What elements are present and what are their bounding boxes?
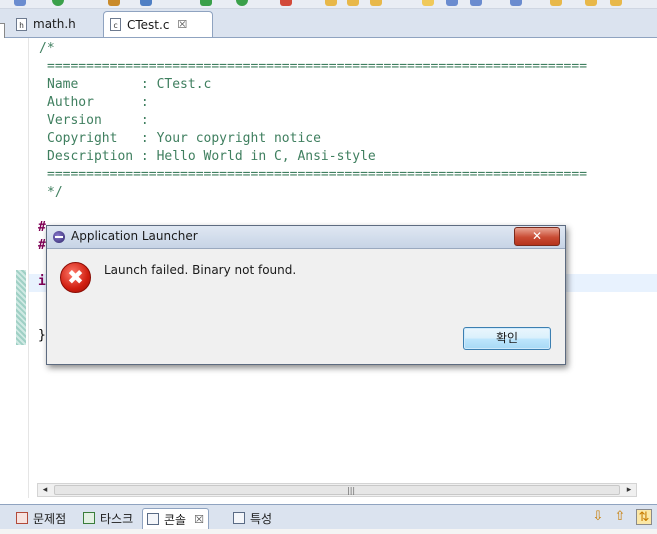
overview-ruler [0, 38, 15, 498]
tab-ctest-c[interactable]: c CTest.c ☒ [103, 11, 213, 37]
code-line: Version : [47, 113, 149, 128]
tab-label: CTest.c [127, 17, 170, 32]
tab-problems[interactable]: 문제점 [16, 508, 66, 528]
tab-label: 타스크 [100, 511, 134, 526]
include-directive: # [38, 238, 46, 253]
keyword-fragment: i [38, 274, 46, 289]
tab-label: 특성 [250, 511, 273, 526]
tab-label: math.h [33, 17, 76, 31]
c-file-icon: c [110, 18, 121, 31]
ok-button[interactable]: 확인 [463, 327, 551, 350]
navigate-icon[interactable] [550, 0, 562, 6]
dialog-title-bar[interactable]: Application Launcher ✕ [47, 226, 565, 249]
toolbar-icon[interactable] [14, 0, 26, 6]
close-icon[interactable]: ☒ [177, 18, 187, 31]
debug-icon[interactable] [108, 0, 120, 6]
perspective-icon[interactable] [422, 0, 434, 6]
code-line: */ [47, 185, 63, 200]
status-bar [0, 529, 657, 534]
run-icon[interactable] [52, 0, 64, 6]
tool-icon[interactable] [140, 0, 152, 6]
folder-icon[interactable] [325, 0, 337, 6]
run-green-icon[interactable] [236, 0, 248, 6]
tab-label: 콘솔 [164, 512, 187, 527]
close-icon[interactable]: ☒ [194, 513, 204, 526]
view-icon[interactable] [446, 0, 458, 6]
header-file-icon: h [16, 17, 27, 31]
problems-icon [16, 512, 28, 524]
change-marker [16, 270, 26, 345]
back-icon[interactable] [585, 0, 597, 6]
code-line: ========================================… [47, 59, 588, 74]
dialog-close-button[interactable]: ✕ [514, 227, 560, 246]
dialog-message: Launch failed. Binary not found. [104, 263, 297, 277]
tab-label: 문제점 [33, 511, 67, 526]
console-icon [147, 513, 159, 525]
view-edge-marker [0, 23, 5, 39]
scroll-left-icon[interactable]: ◂ [38, 484, 52, 496]
build-icon[interactable] [200, 0, 212, 6]
tab-math-h[interactable]: h math.h [10, 12, 102, 36]
tab-tasks[interactable]: 타스크 [83, 508, 133, 528]
open-icon[interactable] [370, 0, 382, 6]
code-line: Description : Hello World in C, Ansi-sty… [47, 149, 376, 164]
code-line: Copyright : Your copyright notice [47, 131, 321, 146]
eclipse-icon [53, 231, 65, 243]
editor-tab-bar: h math.h c CTest.c ☒ [0, 9, 657, 39]
stop-icon[interactable] [280, 0, 292, 6]
forward-icon[interactable] [610, 0, 622, 6]
scroll-thumb[interactable]: ||| [54, 485, 620, 495]
code-line: /* [39, 41, 55, 56]
include-directive: # [38, 220, 46, 235]
tab-console[interactable]: 콘솔 ☒ [142, 508, 209, 529]
code-line: Author : [47, 95, 149, 110]
error-icon: ✖ [60, 262, 91, 293]
scroll-down-icon[interactable]: ⇩ [590, 509, 606, 525]
horizontal-scrollbar[interactable]: ◂ ||| ▸ [37, 483, 637, 497]
code-line: Name : CTest.c [47, 77, 212, 92]
code-line: ========================================… [47, 167, 588, 182]
tasks-icon [83, 512, 95, 524]
dialog-title: Application Launcher [71, 229, 198, 243]
view-icon[interactable] [470, 0, 482, 6]
editor-gutter [14, 38, 29, 498]
scroll-right-icon[interactable]: ▸ [622, 484, 636, 496]
folder-icon[interactable] [347, 0, 359, 6]
closing-brace: } [38, 328, 46, 343]
main-toolbar [0, 0, 657, 9]
scroll-grip: ||| [347, 486, 356, 495]
scroll-lock-icon[interactable]: ⇅ [636, 509, 652, 525]
navigate-icon[interactable] [510, 0, 522, 6]
application-launcher-dialog: Application Launcher ✕ ✖ Launch failed. … [46, 225, 566, 365]
bottom-view-tabs: 문제점 타스크 콘솔 ☒ 특성 ⇩ ⇧ ⇅ [0, 504, 657, 529]
properties-icon [233, 512, 245, 524]
tab-properties[interactable]: 특성 [233, 508, 272, 528]
scroll-up-icon[interactable]: ⇧ [612, 509, 628, 525]
